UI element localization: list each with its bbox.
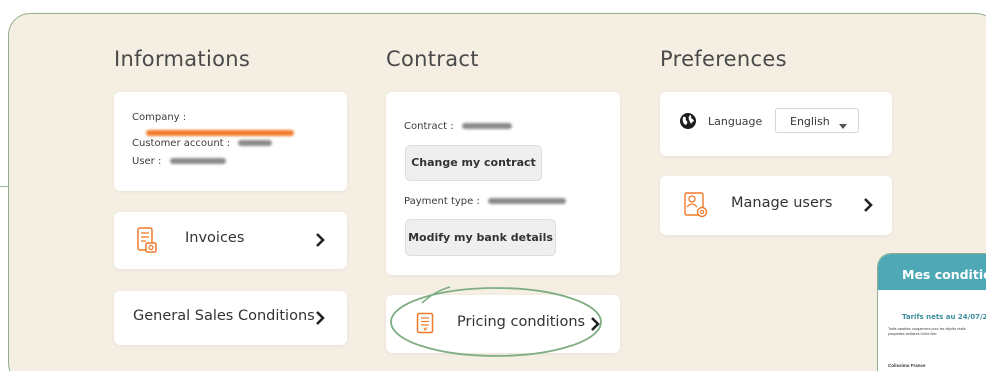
invoices-card[interactable]: Invoices — [114, 212, 347, 269]
contract-label: Contract : — [404, 121, 454, 132]
general-sales-conditions-card[interactable]: General Sales Conditions — [114, 291, 347, 345]
highlight-ellipse — [390, 286, 602, 357]
preview-body-line-1: Tarifs valables uniquement pour les dépô… — [888, 327, 966, 331]
company-row: Company : — [132, 112, 186, 123]
change-contract-button[interactable]: Change my contract — [405, 145, 542, 181]
informations-title: Informations — [114, 47, 251, 71]
company-label: Company : — [132, 112, 187, 123]
conditions-preview[interactable]: Mes conditions Tarifs nets au 24/07/20 T… — [877, 253, 986, 371]
payment-type-label: Payment type : — [404, 196, 480, 207]
invoice-icon — [136, 226, 158, 259]
invoices-label: Invoices — [185, 230, 245, 246]
user-row: User : — [132, 156, 226, 167]
preferences-title: Preferences — [660, 47, 787, 71]
preview-body-line-2: plaquettes tarifaires Outre-Mer. — [888, 332, 938, 336]
payment-type-redacted — [488, 198, 567, 204]
chevron-right-icon — [860, 197, 876, 213]
user-label: User : — [132, 156, 162, 167]
language-select[interactable]: English — [775, 108, 859, 133]
manage-users-card[interactable]: Manage users — [660, 176, 892, 235]
language-card: Language English — [660, 92, 892, 156]
payment-type-row: Payment type : — [404, 196, 567, 207]
connector-line — [0, 186, 9, 187]
user-name-redacted — [169, 158, 226, 164]
chevron-right-icon — [312, 232, 328, 248]
dropdown-caret-icon — [839, 119, 847, 132]
customer-account-label: Customer account : — [132, 138, 231, 149]
contract-title: Contract — [386, 47, 479, 71]
modify-bank-details-button[interactable]: Modify my bank details — [405, 219, 556, 256]
preview-subtitle: Tarifs nets au 24/07/20 — [902, 313, 986, 321]
company-name-redacted — [146, 129, 294, 136]
globe-icon — [679, 112, 697, 135]
language-value: English — [790, 115, 830, 128]
contract-value-redacted — [461, 123, 512, 129]
manage-users-icon — [683, 191, 709, 224]
chevron-right-icon — [312, 310, 328, 326]
contract-card: Contract : Change my contract Payment ty… — [386, 92, 620, 275]
language-label: Language — [708, 115, 763, 128]
customer-account-row: Customer account : — [132, 138, 273, 149]
preview-section-title: Colissimo France — [888, 363, 926, 368]
manage-users-label: Manage users — [731, 195, 833, 211]
general-sales-conditions-label: General Sales Conditions — [133, 308, 315, 324]
preview-header: Mes conditions — [878, 254, 986, 290]
customer-account-redacted — [238, 140, 273, 146]
contract-row: Contract : — [404, 121, 512, 132]
account-info-card: Company : Customer account : User : — [114, 92, 347, 191]
